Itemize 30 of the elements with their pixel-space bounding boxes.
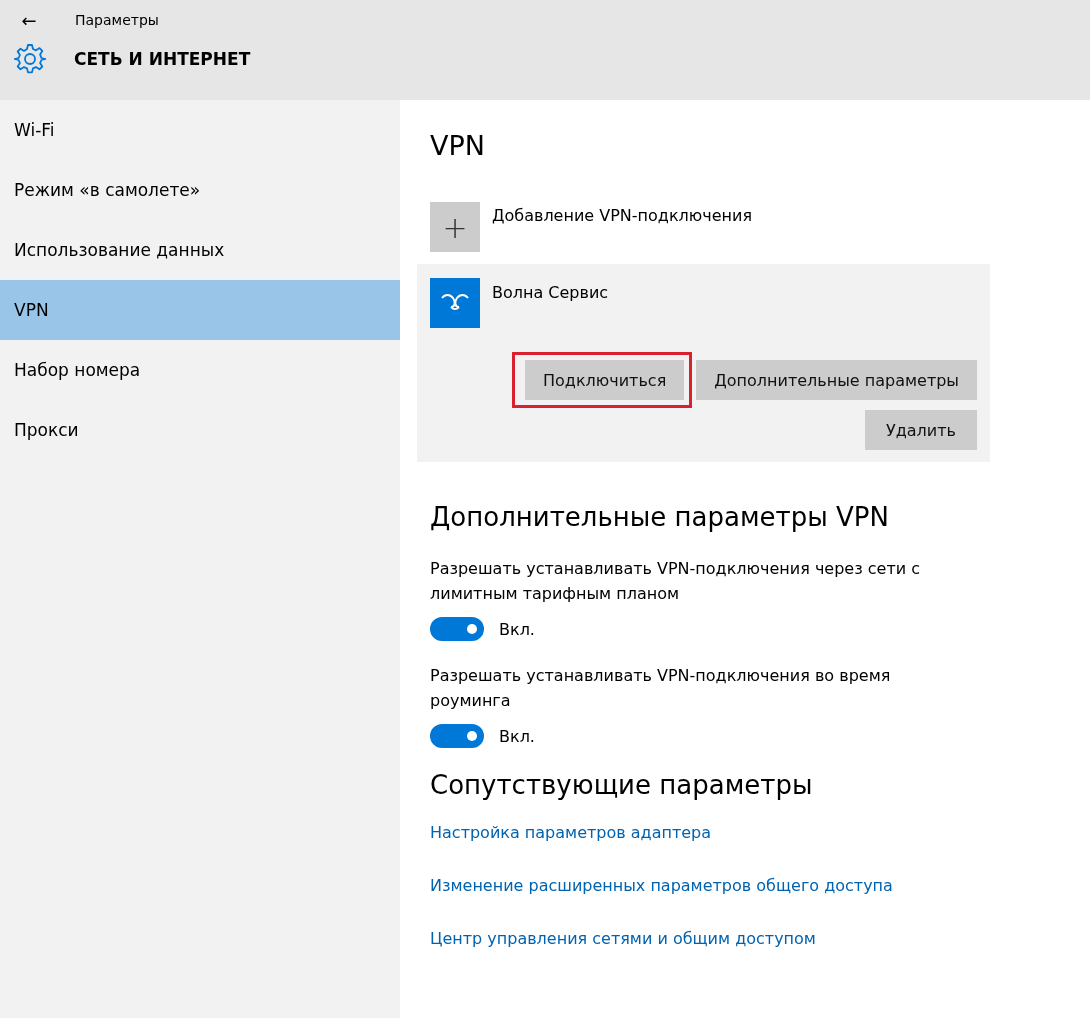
add-button[interactable]: + bbox=[430, 202, 480, 252]
back-button[interactable]: ← bbox=[0, 0, 58, 40]
setting-label: Разрешать устанавливать VPN-подключения во время роуминга bbox=[430, 665, 892, 712]
settings-link[interactable]: Настройка параметров адаптера bbox=[430, 823, 990, 873]
add-label: Добавление VPN-подключения bbox=[492, 206, 753, 225]
action-button[interactable]: Удалить bbox=[865, 410, 977, 450]
setting-label: Разрешать устанавливать VPN-подключения через сети с лимитным тарифным планом bbox=[430, 558, 922, 605]
toggle-state: Вкл. bbox=[499, 619, 535, 639]
toggle-state: Вкл. bbox=[499, 726, 535, 746]
vpn-icon bbox=[430, 278, 480, 328]
toggle-switch[interactable] bbox=[430, 617, 484, 641]
sidebar-item[interactable]: Прокси bbox=[0, 400, 400, 460]
section-heading: Сопутствующие параметры bbox=[430, 770, 814, 802]
connection-name: Волна Сервис bbox=[492, 283, 609, 302]
toggle-switch[interactable] bbox=[430, 724, 484, 748]
section-title: СЕТЬ И ИНТЕРНЕТ bbox=[74, 49, 251, 69]
section-heading: Дополнительные параметры VPN bbox=[430, 502, 890, 534]
sidebar-item[interactable]: Набор номера bbox=[0, 340, 400, 400]
settings-link[interactable]: Изменение расширенных параметров общего доступа bbox=[430, 876, 990, 926]
sidebar-item[interactable]: Режим «в самолете» bbox=[0, 160, 400, 220]
settings-icon bbox=[14, 43, 46, 75]
sidebar-item[interactable]: Wi-Fi bbox=[0, 100, 400, 160]
settings-link[interactable]: Центр управления сетями и общим доступом bbox=[430, 929, 990, 979]
sidebar-item[interactable]: VPN bbox=[0, 280, 400, 340]
page-heading: VPN bbox=[430, 130, 486, 163]
sidebar-item[interactable]: Использование данных bbox=[0, 220, 400, 280]
connection-card[interactable]: Волна Сервис Подключиться Дополнительные параметры Удалить bbox=[417, 264, 990, 462]
action-button[interactable]: Дополнительные параметры bbox=[696, 360, 977, 400]
action-button[interactable]: Подключиться bbox=[525, 360, 685, 400]
window-title: Параметры bbox=[75, 12, 159, 28]
